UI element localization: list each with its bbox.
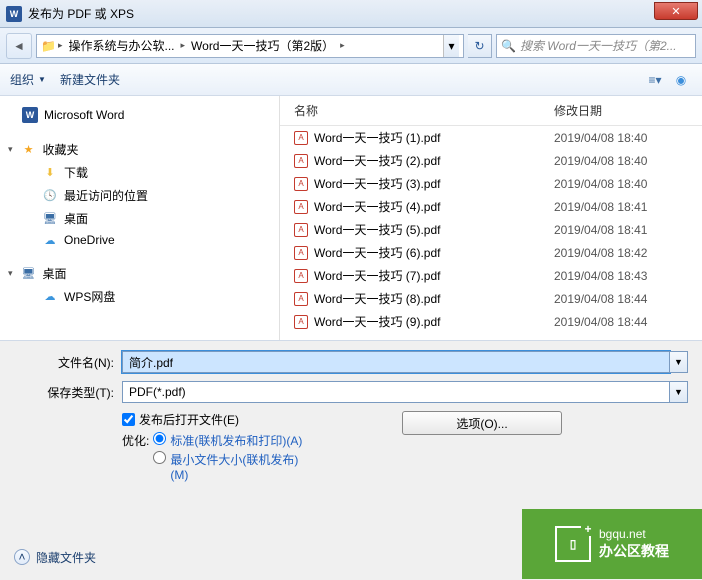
view-icon[interactable]: ≡▾ <box>644 70 666 90</box>
search-placeholder: 搜索 Word一天一技巧（第2... <box>520 37 677 54</box>
desktop-icon: 🖥 <box>42 212 58 226</box>
optimize-standard-label: 标准(联机发布和打印)(A) <box>170 432 310 449</box>
star-icon: ★ <box>21 143 37 157</box>
titlebar: W 发布为 PDF 或 XPS ✕ <box>0 0 702 28</box>
refresh-button[interactable]: ↻ <box>468 34 492 58</box>
sidebar: W Microsoft Word ▾ ★ 收藏夹 ⬇ 下载 🕓 最近访问的位置 … <box>0 96 280 340</box>
optimize-standard-radio[interactable] <box>153 432 166 445</box>
optimize-min-label: 最小文件大小(联机发布)(M) <box>170 451 310 482</box>
file-row[interactable]: AWord一天一技巧 (2).pdf2019/04/08 18:40 <box>280 149 702 172</box>
sidebar-group-favorites[interactable]: ▾ ★ 收藏夹 <box>0 138 279 161</box>
download-icon: ⬇ <box>42 166 58 180</box>
pdf-icon: A <box>294 131 308 145</box>
pdf-icon: A <box>294 292 308 306</box>
pdf-icon: A <box>294 154 308 168</box>
back-icon: ◄ <box>13 39 25 53</box>
folder-icon: 📁 <box>41 39 56 53</box>
help-icon[interactable]: ◉ <box>670 70 692 90</box>
recent-icon: 🕓 <box>42 189 58 203</box>
plus-icon: + <box>581 522 595 536</box>
desktop-icon: 🖥 <box>21 267 37 281</box>
back-button[interactable]: ◄ <box>6 33 32 59</box>
file-row[interactable]: AWord一天一技巧 (6).pdf2019/04/08 18:42 <box>280 241 702 264</box>
word-app-icon: W <box>6 6 22 22</box>
options-button[interactable]: 选项(O)... <box>402 411 562 435</box>
chevron-down-icon: ▼ <box>38 75 46 84</box>
breadcrumb-segment[interactable]: Word一天一技巧（第2版） <box>187 37 338 54</box>
pdf-icon: A <box>294 315 308 329</box>
search-icon: 🔍 <box>501 39 516 53</box>
savetype-select[interactable]: PDF(*.pdf) <box>122 381 670 403</box>
organize-menu[interactable]: 组织 ▼ <box>10 71 46 88</box>
sidebar-item-recent[interactable]: 🕓 最近访问的位置 <box>0 184 279 207</box>
optimize-label: 优化: <box>122 432 149 449</box>
main-area: W Microsoft Word ▾ ★ 收藏夹 ⬇ 下载 🕓 最近访问的位置 … <box>0 96 702 340</box>
search-input[interactable]: 🔍 搜索 Word一天一技巧（第2... <box>496 34 696 58</box>
chevron-right-icon: ▸ <box>58 40 63 51</box>
file-list: AWord一天一技巧 (1).pdf2019/04/08 18:40 AWord… <box>280 126 702 340</box>
addressbar: ◄ 📁 ▸ 操作系统与办公软... ▸ Word一天一技巧（第2版） ▸ ▾ ↻… <box>0 28 702 64</box>
chevron-right-icon: ▸ <box>181 40 186 51</box>
open-after-checkbox[interactable] <box>122 413 135 426</box>
savetype-label: 保存类型(T): <box>14 384 122 401</box>
file-row[interactable]: AWord一天一技巧 (5).pdf2019/04/08 18:41 <box>280 218 702 241</box>
file-row[interactable]: AWord一天一技巧 (1).pdf2019/04/08 18:40 <box>280 126 702 149</box>
toolbar: 组织 ▼ 新建文件夹 ≡▾ ◉ <box>0 64 702 96</box>
pdf-icon: A <box>294 200 308 214</box>
filename-dropdown[interactable]: ▼ <box>670 351 688 373</box>
column-date[interactable]: 修改日期 <box>554 102 702 119</box>
sidebar-group-desktop[interactable]: ▾ 🖥 桌面 <box>0 262 279 285</box>
cloud-icon: ☁ <box>42 290 58 304</box>
cloud-icon: ☁ <box>42 233 58 247</box>
file-row[interactable]: AWord一天一技巧 (7).pdf2019/04/08 18:43 <box>280 264 702 287</box>
window-title: 发布为 PDF 或 XPS <box>28 5 134 22</box>
collapse-icon: ▾ <box>8 268 13 279</box>
file-row[interactable]: AWord一天一技巧 (8).pdf2019/04/08 18:44 <box>280 287 702 310</box>
file-row[interactable]: AWord一天一技巧 (4).pdf2019/04/08 18:41 <box>280 195 702 218</box>
watermark: ▯ + bgqu.net 办公区教程 <box>522 509 702 579</box>
open-after-label: 发布后打开文件(E) <box>139 411 239 428</box>
file-row[interactable]: AWord一天一技巧 (3).pdf2019/04/08 18:40 <box>280 172 702 195</box>
optimize-min-radio[interactable] <box>153 451 166 464</box>
sidebar-item-desktop[interactable]: 🖥 桌面 <box>0 207 279 230</box>
watermark-icon: ▯ + <box>555 526 591 562</box>
file-pane: 名称 修改日期 AWord一天一技巧 (1).pdf2019/04/08 18:… <box>280 96 702 340</box>
pdf-icon: A <box>294 246 308 260</box>
filename-label: 文件名(N): <box>14 354 122 371</box>
chevron-right-icon: ▸ <box>340 40 345 51</box>
word-icon: W <box>22 107 38 123</box>
watermark-url: bgqu.net <box>599 527 669 541</box>
file-row[interactable]: AWord一天一技巧 (9).pdf2019/04/08 18:44 <box>280 310 702 333</box>
breadcrumb-dropdown[interactable]: ▾ <box>443 35 459 57</box>
sidebar-item-wps[interactable]: ☁ WPS网盘 <box>0 285 279 308</box>
hide-folders-toggle[interactable]: ˄ 隐藏文件夹 <box>14 549 96 566</box>
column-name[interactable]: 名称 <box>280 102 554 119</box>
close-button[interactable]: ✕ <box>654 2 698 20</box>
pdf-icon: A <box>294 223 308 237</box>
breadcrumb[interactable]: 📁 ▸ 操作系统与办公软... ▸ Word一天一技巧（第2版） ▸ ▾ <box>36 34 464 58</box>
collapse-icon: ▾ <box>8 144 13 155</box>
savetype-dropdown[interactable]: ▼ <box>670 381 688 403</box>
pdf-icon: A <box>294 177 308 191</box>
chevron-up-icon: ˄ <box>14 549 30 565</box>
watermark-name: 办公区教程 <box>599 541 669 561</box>
filename-input[interactable]: 简介.pdf <box>122 351 670 373</box>
pdf-icon: A <box>294 269 308 283</box>
breadcrumb-segment[interactable]: 操作系统与办公软... <box>64 37 178 54</box>
sidebar-item-downloads[interactable]: ⬇ 下载 <box>0 161 279 184</box>
refresh-icon: ↻ <box>474 39 484 53</box>
sidebar-item-msword[interactable]: W Microsoft Word <box>0 104 279 126</box>
file-header: 名称 修改日期 <box>280 96 702 126</box>
sidebar-item-onedrive[interactable]: ☁ OneDrive <box>0 230 279 250</box>
new-folder-button[interactable]: 新建文件夹 <box>60 71 120 88</box>
